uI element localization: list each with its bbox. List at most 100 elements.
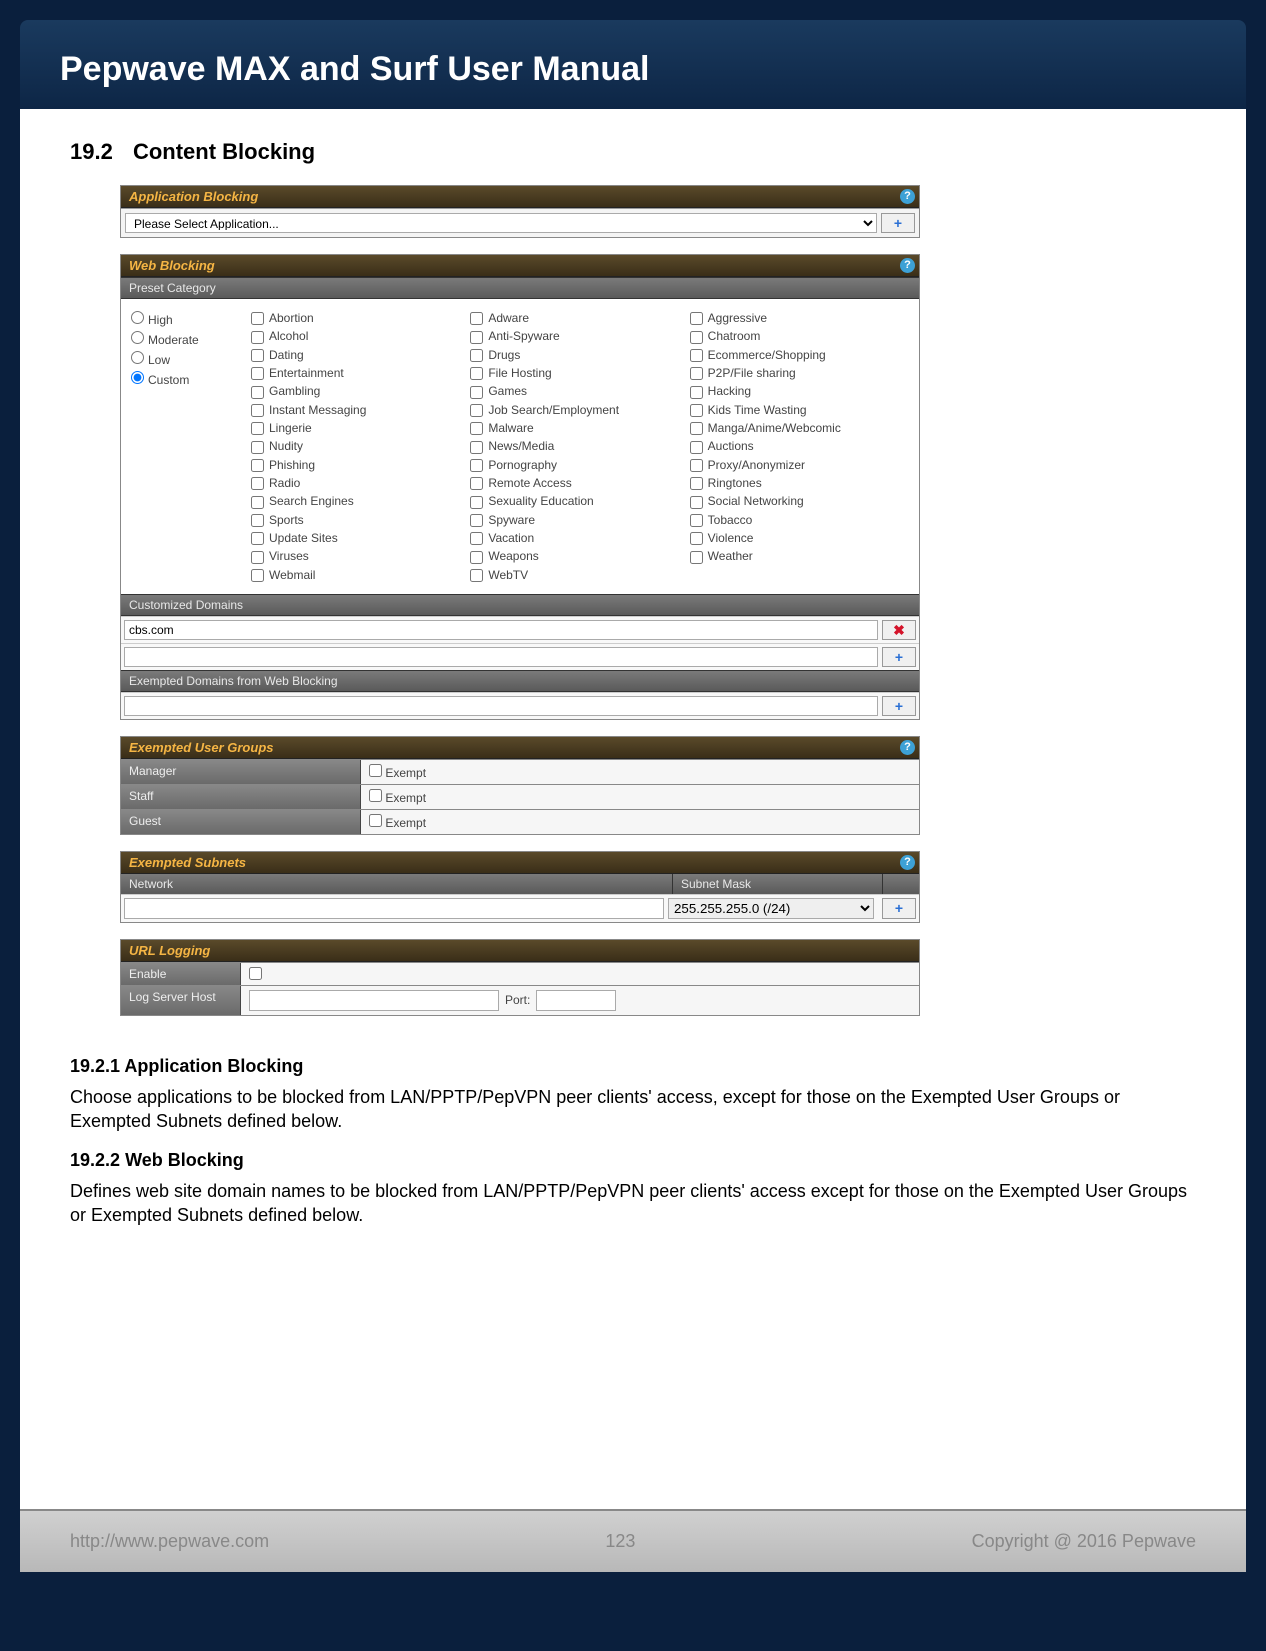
exempt-row-guest: Guest Exempt	[121, 809, 919, 834]
category-checkbox[interactable]: Abortion	[251, 309, 470, 327]
category-checkbox[interactable]: P2P/File sharing	[690, 364, 909, 382]
enable-checkbox[interactable]	[249, 967, 262, 980]
category-checkbox[interactable]: Weather	[690, 547, 909, 565]
category-checkbox[interactable]: Kids Time Wasting	[690, 401, 909, 419]
category-checkbox[interactable]: Auctions	[690, 437, 909, 455]
category-column-3: AggressiveChatroomEcommerce/ShoppingP2P/…	[690, 309, 909, 584]
category-checkbox[interactable]: News/Media	[470, 437, 689, 455]
page-number: 123	[605, 1531, 635, 1552]
category-checkbox[interactable]: Ecommerce/Shopping	[690, 346, 909, 364]
category-checkbox[interactable]: Job Search/Employment	[470, 401, 689, 419]
category-checkbox[interactable]: Spyware	[470, 511, 689, 529]
category-checkbox[interactable]: Webmail	[251, 566, 470, 584]
port-label: Port:	[505, 993, 530, 1007]
category-checkbox[interactable]: Chatroom	[690, 327, 909, 345]
app-select[interactable]: Please Select Application...	[125, 213, 877, 233]
radio-moderate[interactable]: Moderate	[131, 329, 251, 349]
subsection-1-text: Choose applications to be blocked from L…	[70, 1085, 1196, 1134]
custom-domains-header: Customized Domains	[121, 594, 919, 616]
exempted-groups-panel: Exempted User Groups ? Manager Exempt St…	[120, 736, 920, 835]
category-checkbox[interactable]: Lingerie	[251, 419, 470, 437]
screenshot-area: Application Blocking ? Please Select App…	[120, 185, 920, 1016]
category-checkbox[interactable]: Sports	[251, 511, 470, 529]
category-checkbox[interactable]: Entertainment	[251, 364, 470, 382]
category-checkbox[interactable]: Nudity	[251, 437, 470, 455]
app-blocking-title: Application Blocking ?	[121, 186, 919, 208]
category-checkbox[interactable]: Ringtones	[690, 474, 909, 492]
category-checkbox[interactable]: Phishing	[251, 456, 470, 474]
help-icon[interactable]: ?	[900, 258, 915, 273]
category-column-1: AbortionAlcoholDatingEntertainmentGambli…	[251, 309, 470, 584]
preset-category-header: Preset Category	[121, 277, 919, 299]
custom-domain-input[interactable]	[124, 620, 878, 640]
category-checkbox[interactable]: Search Engines	[251, 492, 470, 510]
exempt-row-staff: Staff Exempt	[121, 784, 919, 809]
category-checkbox[interactable]: Update Sites	[251, 529, 470, 547]
log-server-input[interactable]	[249, 990, 499, 1011]
enable-label: Enable	[121, 963, 241, 985]
exempted-domain-input[interactable]	[124, 696, 878, 716]
add-domain-button[interactable]: +	[882, 647, 916, 667]
staff-exempt-checkbox[interactable]: Exempt	[369, 791, 426, 805]
radio-high[interactable]: High	[131, 309, 251, 329]
help-icon[interactable]: ?	[900, 855, 915, 870]
help-icon[interactable]: ?	[900, 740, 915, 755]
network-input[interactable]	[124, 898, 664, 919]
category-checkbox[interactable]: Radio	[251, 474, 470, 492]
port-input[interactable]	[536, 990, 616, 1011]
category-checkbox[interactable]: Sexuality Education	[470, 492, 689, 510]
category-checkbox[interactable]: Alcohol	[251, 327, 470, 345]
url-logging-title: URL Logging	[121, 940, 919, 962]
category-checkbox[interactable]: Violence	[690, 529, 909, 547]
category-checkbox[interactable]: Malware	[470, 419, 689, 437]
subsection-2-text: Defines web site domain names to be bloc…	[70, 1179, 1196, 1228]
add-exempted-domain-button[interactable]: +	[882, 696, 916, 716]
exempted-domains-header: Exempted Domains from Web Blocking	[121, 670, 919, 692]
category-checkbox[interactable]: Drugs	[470, 346, 689, 364]
radio-low[interactable]: Low	[131, 349, 251, 369]
exempted-groups-title: Exempted User Groups ?	[121, 737, 919, 759]
category-checkbox[interactable]: Adware	[470, 309, 689, 327]
category-checkbox[interactable]: Dating	[251, 346, 470, 364]
guest-exempt-checkbox[interactable]: Exempt	[369, 816, 426, 830]
add-subnet-button[interactable]: +	[882, 898, 916, 919]
web-blocking-panel: Web Blocking ? Preset Category High Mode…	[120, 254, 920, 720]
radio-custom[interactable]: Custom	[131, 369, 251, 389]
category-checkbox[interactable]: Instant Messaging	[251, 401, 470, 419]
help-icon[interactable]: ?	[900, 189, 915, 204]
footer-url: http://www.pepwave.com	[70, 1531, 269, 1552]
exempt-row-manager: Manager Exempt	[121, 759, 919, 784]
category-checkbox[interactable]: Games	[470, 382, 689, 400]
add-app-button[interactable]: +	[881, 213, 915, 233]
custom-domain-input-empty[interactable]	[124, 647, 878, 667]
category-checkbox[interactable]: Remote Access	[470, 474, 689, 492]
category-checkbox[interactable]: WebTV	[470, 566, 689, 584]
category-checkbox[interactable]: Hacking	[690, 382, 909, 400]
exempted-subnets-panel: Exempted Subnets ? Network Subnet Mask 2…	[120, 851, 920, 923]
document-title: Pepwave MAX and Surf User Manual	[60, 50, 1206, 89]
category-checkbox[interactable]: Anti-Spyware	[470, 327, 689, 345]
category-checkbox[interactable]: Tobacco	[690, 511, 909, 529]
category-checkbox[interactable]: Pornography	[470, 456, 689, 474]
subnet-mask-select[interactable]: 255.255.255.0 (/24)	[668, 898, 874, 919]
delete-domain-button[interactable]: ✖	[882, 620, 916, 640]
category-checkbox[interactable]: Social Networking	[690, 492, 909, 510]
category-checkbox[interactable]: Viruses	[251, 547, 470, 565]
manager-exempt-checkbox[interactable]: Exempt	[369, 766, 426, 780]
log-server-label: Log Server Host	[121, 986, 241, 1015]
category-checkbox[interactable]: Weapons	[470, 547, 689, 565]
subnet-columns: Network Subnet Mask	[121, 874, 919, 894]
category-checkbox[interactable]: Vacation	[470, 529, 689, 547]
app-blocking-panel: Application Blocking ? Please Select App…	[120, 185, 920, 238]
category-column-2: AdwareAnti-SpywareDrugsFile HostingGames…	[470, 309, 689, 584]
category-checkbox[interactable]: Manga/Anime/Webcomic	[690, 419, 909, 437]
category-checkbox[interactable]: Aggressive	[690, 309, 909, 327]
category-checkbox[interactable]: File Hosting	[470, 364, 689, 382]
section-heading: 19.2 Content Blocking	[70, 139, 1196, 165]
category-checkbox[interactable]: Proxy/Anonymizer	[690, 456, 909, 474]
preset-radio-group: High Moderate Low Custom	[131, 309, 251, 584]
page-footer: http://www.pepwave.com 123 Copyright @ 2…	[20, 1509, 1246, 1572]
category-checkbox[interactable]: Gambling	[251, 382, 470, 400]
subsection-2-heading: 19.2.2 Web Blocking	[70, 1150, 1196, 1171]
section-title: Content Blocking	[133, 139, 315, 164]
